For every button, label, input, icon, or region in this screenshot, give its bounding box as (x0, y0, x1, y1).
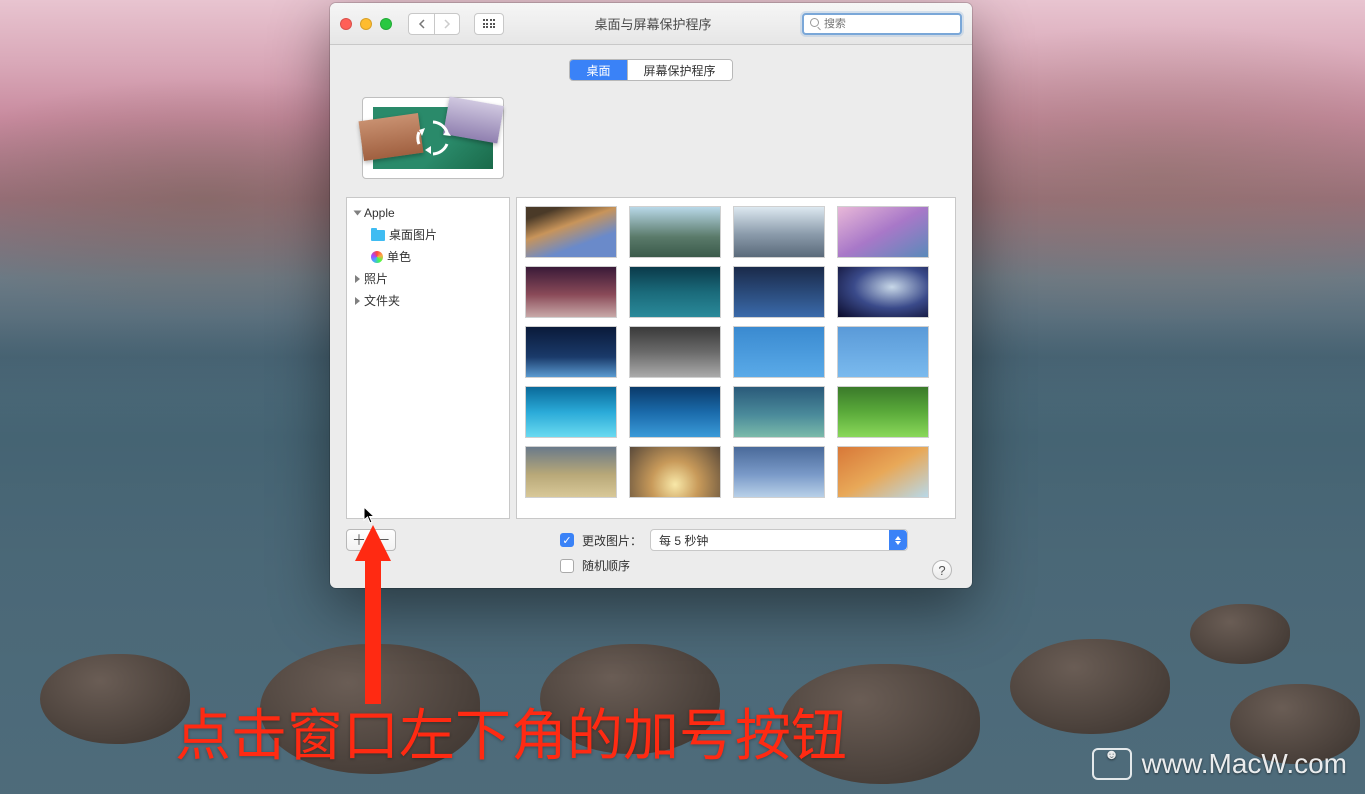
wallpaper-thumb[interactable] (837, 386, 929, 438)
window-title: 桌面与屏幕保护程序 (512, 14, 794, 33)
change-picture-row: ✓ 更改图片： 每 5 秒钟 (560, 529, 908, 551)
interval-select[interactable]: 每 5 秒钟 (650, 529, 908, 551)
wallpaper-gallery[interactable] (516, 197, 956, 519)
wallpaper-thumb[interactable] (733, 326, 825, 378)
grid-icon (483, 19, 496, 28)
wallpaper-thumb[interactable] (629, 266, 721, 318)
minimize-button[interactable] (360, 18, 372, 30)
sidebar-label: Apple (364, 204, 395, 222)
search-input[interactable] (824, 18, 954, 30)
sidebar-label: 桌面图片 (389, 226, 437, 244)
color-wheel-icon (371, 251, 383, 263)
wallpaper-thumb[interactable] (629, 386, 721, 438)
tab-desktop[interactable]: 桌面 (570, 60, 626, 80)
tab-control: 桌面 屏幕保护程序 (569, 59, 732, 81)
sidebar-label: 文件夹 (364, 292, 400, 310)
wallpaper-thumb[interactable] (733, 206, 825, 258)
tab-screensaver[interactable]: 屏幕保护程序 (627, 60, 732, 80)
sidebar-item-folders[interactable]: 文件夹 (347, 290, 509, 312)
change-picture-label: 更改图片： (582, 532, 642, 549)
wallpaper-thumb[interactable] (733, 446, 825, 498)
close-button[interactable] (340, 18, 352, 30)
cycle-icon (411, 116, 455, 160)
wallpaper-thumb[interactable] (733, 386, 825, 438)
disclosure-icon (354, 211, 362, 216)
sidebar-item-solid-colors[interactable]: 单色 (347, 246, 509, 268)
watermark-text: www.MacW.com (1142, 748, 1347, 780)
disclosure-icon (355, 297, 360, 305)
wallpaper-thumb[interactable] (837, 326, 929, 378)
current-wallpaper-preview (362, 97, 504, 179)
wallpaper-thumb[interactable] (837, 206, 929, 258)
disclosure-icon (355, 275, 360, 283)
options: ✓ 更改图片： 每 5 秒钟 随机顺序 (560, 529, 908, 574)
wallpaper-thumb[interactable] (629, 326, 721, 378)
wallpaper-thumb[interactable] (837, 266, 929, 318)
folder-icon (371, 230, 385, 241)
wallpaper-thumb[interactable] (525, 446, 617, 498)
preferences-window: 桌面与屏幕保护程序 桌面 屏幕保护程序 (330, 3, 972, 588)
show-all-button[interactable] (474, 13, 504, 35)
zoom-button[interactable] (380, 18, 392, 30)
window-body: 桌面 屏幕保护程序 (330, 45, 972, 588)
wallpaper-thumb[interactable] (525, 326, 617, 378)
traffic-lights (340, 18, 392, 30)
sidebar-label: 单色 (387, 248, 411, 266)
sidebar-item-apple[interactable]: Apple (347, 202, 509, 224)
source-sidebar: Apple 桌面图片 单色 照片 (346, 197, 510, 519)
search-field[interactable] (802, 13, 962, 35)
change-picture-checkbox[interactable]: ✓ (560, 533, 574, 547)
random-order-label: 随机顺序 (582, 557, 630, 574)
annotation-caption: 点击窗口左下角的加号按钮 (175, 691, 847, 772)
forward-button[interactable] (434, 13, 460, 35)
random-order-checkbox[interactable] (560, 559, 574, 573)
annotation-arrow (353, 525, 393, 690)
footer: ＋ － ✓ 更改图片： 每 5 秒钟 随机顺序 (346, 519, 956, 574)
wallpaper-thumb[interactable] (525, 386, 617, 438)
wallpaper-thumb[interactable] (629, 206, 721, 258)
preview-section (346, 93, 956, 197)
source-list[interactable]: Apple 桌面图片 单色 照片 (347, 198, 509, 518)
titlebar: 桌面与屏幕保护程序 (330, 3, 972, 45)
mouse-cursor (363, 506, 377, 524)
nav-buttons (408, 13, 460, 35)
sidebar-item-photos[interactable]: 照片 (347, 268, 509, 290)
wallpaper-thumb[interactable] (525, 206, 617, 258)
watermark-logo-icon (1092, 748, 1132, 780)
wallpaper-thumb[interactable] (629, 446, 721, 498)
sidebar-item-desktop-pictures[interactable]: 桌面图片 (347, 224, 509, 246)
interval-value: 每 5 秒钟 (659, 532, 708, 549)
wallpaper-thumb[interactable] (525, 266, 617, 318)
help-button[interactable]: ? (932, 560, 952, 580)
back-button[interactable] (408, 13, 434, 35)
content-panels: Apple 桌面图片 单色 照片 (346, 197, 956, 519)
sidebar-label: 照片 (364, 270, 388, 288)
wallpaper-thumb[interactable] (733, 266, 825, 318)
search-icon (810, 18, 820, 29)
watermark: www.MacW.com (1092, 748, 1347, 780)
random-order-row: 随机顺序 (560, 557, 908, 574)
select-arrows-icon (889, 530, 907, 550)
wallpaper-thumb[interactable] (837, 446, 929, 498)
